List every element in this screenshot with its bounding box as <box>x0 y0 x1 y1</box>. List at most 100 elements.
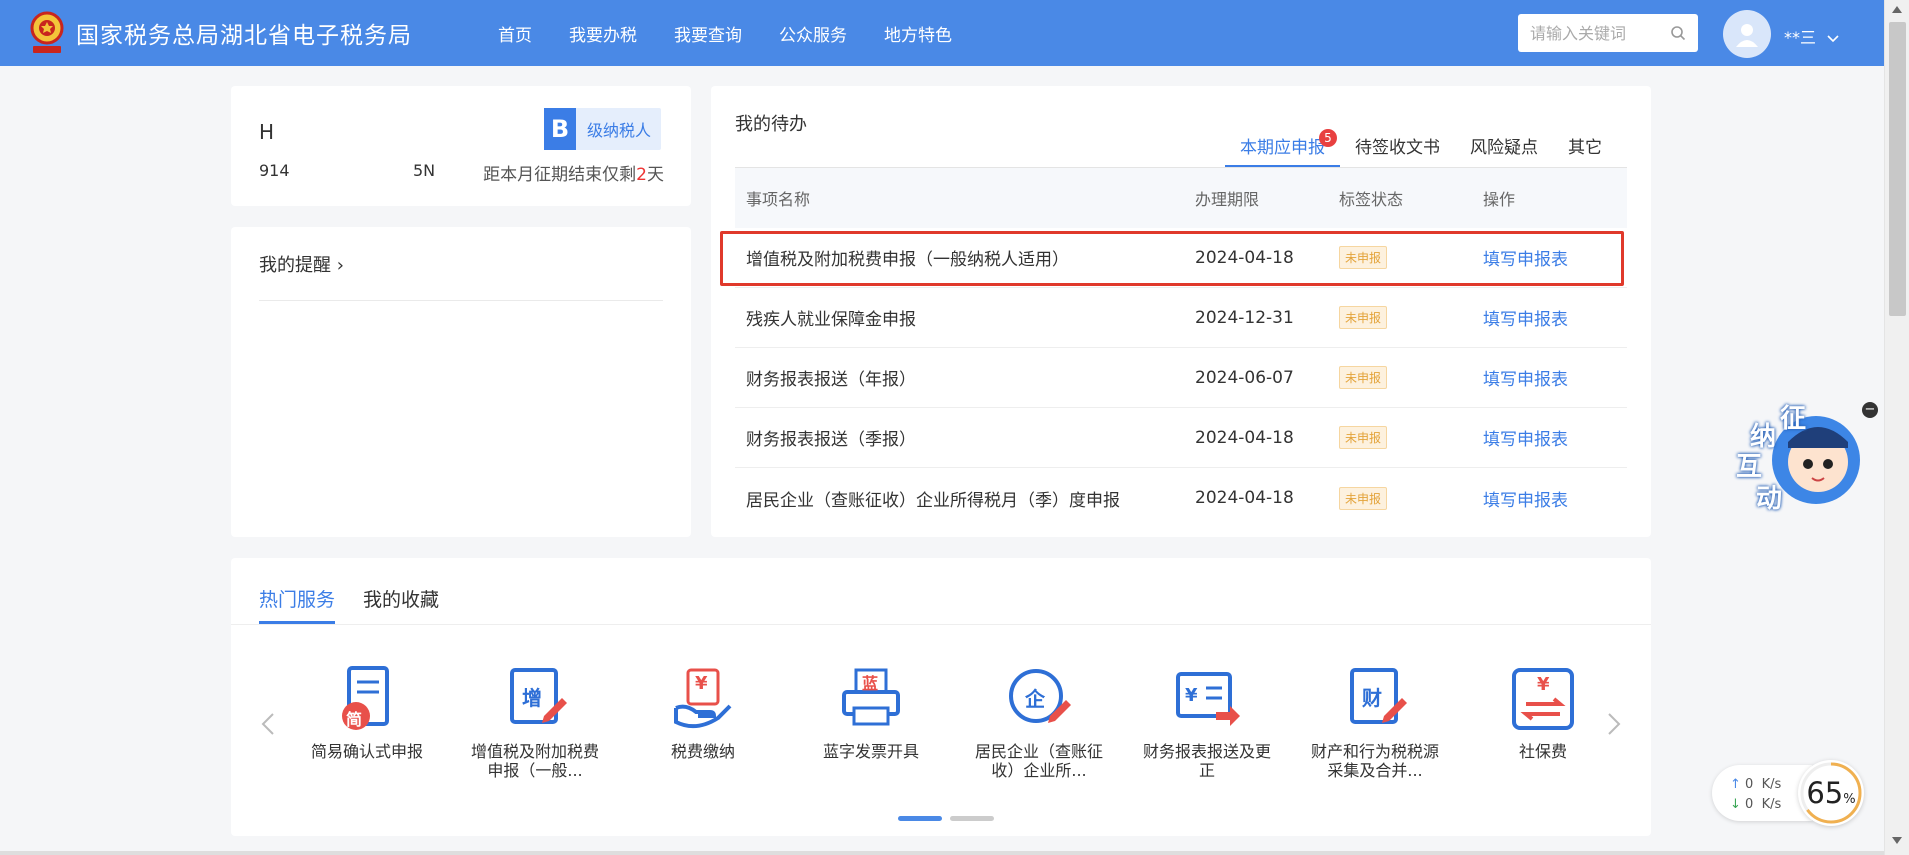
service-blue-invoice[interactable]: 蓝 蓝字发票开具 <box>787 664 955 780</box>
chevron-down-icon[interactable] <box>1827 28 1839 47</box>
scroll-thumb[interactable] <box>1889 22 1906 316</box>
row-item-name: 残疾人就业保障金申报 <box>746 310 916 330</box>
deadline-days: 2 <box>636 165 647 185</box>
download-speed: 0 <box>1745 797 1754 812</box>
row-deadline: 2024-06-07 <box>1195 367 1294 388</box>
table-row: 增值税及附加税费申报（一般纳税人适用） 2024-04-18 未申报 填写申报表 <box>735 228 1627 288</box>
services-list: 简 简易确认式申报 增 增值税及附加税费申报（一般... ¥ 税费缴纳 蓝 蓝字… <box>283 664 1627 780</box>
fill-form-link[interactable]: 填写申报表 <box>1483 430 1568 450</box>
scroll-simple-icon: 简 <box>332 664 402 734</box>
todo-tabs: 本期应申报 5 待签收文书 风险疑点 其它 <box>1225 128 1617 168</box>
mascot-char: 动 <box>1756 484 1783 514</box>
deadline-notice: 距本月征期结束仅剩2天 <box>483 160 664 185</box>
column-header-deadline: 办理期限 <box>1195 190 1260 209</box>
username[interactable]: **三 <box>1784 24 1816 48</box>
column-header-action: 操作 <box>1483 190 1516 209</box>
tab-count-badge: 5 <box>1319 129 1337 147</box>
nav-home[interactable]: 首页 <box>498 21 532 46</box>
service-label: 简易确认式申报 <box>310 742 423 761</box>
todo-card: 我的待办 本期应申报 5 待签收文书 风险疑点 其它 事项名称 办理期限 标签状… <box>711 86 1651 537</box>
table-header: 事项名称 办理期限 标签状态 操作 <box>735 168 1627 228</box>
credit-level-text: 级纳税人 <box>587 121 652 140</box>
nav-public-service[interactable]: 公众服务 <box>779 21 847 46</box>
upload-speed: 0 <box>1745 777 1754 792</box>
service-tax-payment[interactable]: ¥ 税费缴纳 <box>619 664 787 780</box>
reminder-title-link[interactable]: 我的提醒 › <box>259 251 344 277</box>
row-deadline: 2024-04-18 <box>1195 247 1294 268</box>
service-simple-confirm[interactable]: 简 简易确认式申报 <box>283 664 451 780</box>
carousel-dot-1[interactable] <box>898 816 942 821</box>
taxpayer-interaction-mascot[interactable]: 征 纳 互 动 <box>1736 398 1866 518</box>
usage-percent-sign: % <box>1843 792 1856 807</box>
row-item-name: 财务报表报送（季报） <box>746 430 916 450</box>
search-box <box>1518 14 1698 52</box>
property-tax-icon: 财 <box>1340 664 1410 734</box>
network-speed-widget[interactable]: ↑ 0 K/s ↓ 0 K/s 65% <box>1712 760 1872 826</box>
user-avatar[interactable] <box>1723 10 1771 58</box>
carousel-dot-2[interactable] <box>950 816 994 821</box>
tab-other[interactable]: 其它 <box>1553 128 1617 168</box>
nav-do-tax[interactable]: 我要办税 <box>569 21 637 46</box>
scroll-up-arrow-icon[interactable] <box>1892 6 1902 13</box>
hot-services-card: 热门服务 我的收藏 简 简易确认式申报 增 增值税及附加税费申报（一般... ¥… <box>231 558 1651 836</box>
tax-emblem-logo[interactable] <box>26 10 68 56</box>
status-badge: 未申报 <box>1339 246 1388 269</box>
arrow-down-icon: ↓ <box>1730 797 1741 812</box>
reminder-card: 我的提醒 › <box>231 227 691 537</box>
service-social-security[interactable]: ¥ 社保费 <box>1459 664 1627 780</box>
service-icon-glyph: ¥ <box>695 673 708 694</box>
service-icon-glyph: 蓝 <box>862 674 879 693</box>
service-financial-report[interactable]: ¥ 财务报表报送及更正 <box>1123 664 1291 780</box>
main-nav: 首页 我要办税 我要查询 公众服务 地方特色 <box>498 21 989 46</box>
row-item-name: 居民企业（查账征收）企业所得税月（季）度申报 <box>746 490 1120 511</box>
fill-form-link[interactable]: 填写申报表 <box>1483 310 1568 330</box>
deadline-prefix: 距本月征期结束仅剩 <box>483 165 637 185</box>
search-icon[interactable] <box>1670 25 1686 45</box>
tab-my-favorites[interactable]: 我的收藏 <box>363 582 439 624</box>
tab-current-declare[interactable]: 本期应申报 5 <box>1225 128 1340 168</box>
table-row: 财务报表报送（季报） 2024-04-18 未申报 填写申报表 <box>735 408 1627 468</box>
row-deadline: 2024-12-31 <box>1195 307 1294 328</box>
tab-risk-doubts[interactable]: 风险疑点 <box>1455 128 1553 168</box>
service-enterprise-income-tax[interactable]: 企 居民企业（查账征收）企业所... <box>955 664 1123 780</box>
nav-query[interactable]: 我要查询 <box>674 21 742 46</box>
status-badge: 未申报 <box>1339 366 1388 389</box>
mascot-char: 征 <box>1780 404 1807 434</box>
todo-title: 我的待办 <box>735 114 807 135</box>
usage-percent: 65 <box>1806 776 1844 810</box>
memory-usage-gauge: 65% <box>1798 760 1864 826</box>
chevron-left-icon[interactable] <box>261 712 275 740</box>
credit-level-letter: B <box>544 108 576 150</box>
table-row: 残疾人就业保障金申报 2024-12-31 未申报 填写申报表 <box>735 288 1627 348</box>
scroll-down-arrow-icon[interactable] <box>1892 837 1902 844</box>
invoice-printer-icon: 蓝 <box>836 664 906 734</box>
service-icon-glyph: 财 <box>1362 686 1382 710</box>
taxpayer-id-start: 914 <box>259 161 290 180</box>
service-icon-glyph: 增 <box>522 686 542 710</box>
top-header: 国家税务总局湖北省电子税务局 首页 我要办税 我要查询 公众服务 地方特色 **… <box>0 0 1884 66</box>
service-label: 财务报表报送及更正 <box>1142 742 1271 780</box>
row-item-name: 财务报表报送（年报） <box>746 370 916 390</box>
search-input[interactable] <box>1530 23 1665 43</box>
column-header-status: 标签状态 <box>1339 190 1404 209</box>
row-deadline: 2024-04-18 <box>1195 427 1294 448</box>
row-deadline: 2024-04-18 <box>1195 488 1294 508</box>
page-scrollbar[interactable] <box>1884 0 1909 855</box>
fill-form-link[interactable]: 填写申报表 <box>1483 370 1568 390</box>
vat-declare-icon: 增 <box>500 664 570 734</box>
reminder-divider <box>259 300 663 301</box>
column-header-name: 事项名称 <box>746 190 811 209</box>
services-tabs: 热门服务 我的收藏 <box>259 582 467 624</box>
tab-pending-documents[interactable]: 待签收文书 <box>1340 128 1455 168</box>
nav-local-feature[interactable]: 地方特色 <box>884 21 952 46</box>
close-icon[interactable]: − <box>1862 402 1878 418</box>
service-vat-declare[interactable]: 增 增值税及附加税费申报（一般... <box>451 664 619 780</box>
status-badge: 未申报 <box>1339 426 1388 449</box>
service-icon-glyph: ¥ <box>1537 674 1550 695</box>
fill-form-link[interactable]: 填写申报表 <box>1483 250 1568 270</box>
fill-form-link[interactable]: 填写申报表 <box>1483 491 1568 511</box>
service-property-behavior-tax[interactable]: 财 财产和行为税税源采集及合并... <box>1291 664 1459 780</box>
tab-hot-services[interactable]: 热门服务 <box>259 582 336 624</box>
carousel-pagination <box>898 816 1002 821</box>
service-label: 蓝字发票开具 <box>822 742 919 761</box>
